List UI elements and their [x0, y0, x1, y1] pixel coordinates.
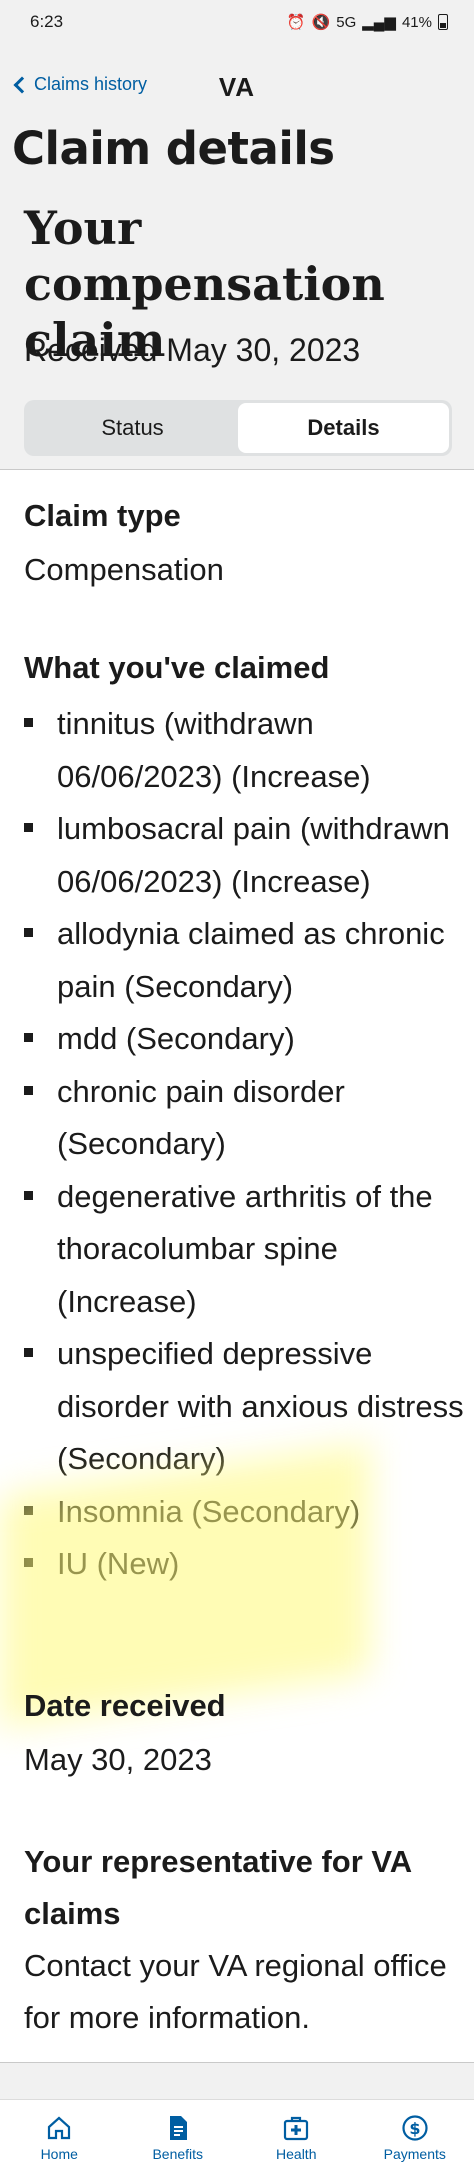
- svg-text:$: $: [409, 2119, 420, 2138]
- nav-home-label: Home: [40, 2145, 78, 2162]
- claimed-label: What you've claimed: [24, 650, 330, 685]
- claim-type-label: Claim type: [24, 498, 181, 533]
- nav-health-label: Health: [276, 2145, 317, 2162]
- list-item: degenerative arthritis of the thoracolum…: [24, 1171, 464, 1329]
- network-label: 5G: [336, 13, 357, 31]
- home-icon: [48, 2116, 71, 2139]
- segmented-control: Status Details: [24, 400, 452, 456]
- tab-status[interactable]: Status: [27, 403, 238, 453]
- mute-icon: 🔇: [311, 14, 331, 31]
- nav-payments-label: Payments: [383, 2145, 446, 2162]
- status-icons: ⏰ 🔇 5G ▂▄▆ 41%: [287, 13, 448, 31]
- date-received-label: Date received: [24, 1688, 226, 1723]
- representative-label: Your representative for VA claims: [24, 1844, 412, 1931]
- signal-icon: ▂▄▆: [362, 14, 396, 31]
- representative-text: Contact your VA regional office for more…: [24, 1948, 447, 2035]
- nav-benefits[interactable]: Benefits: [119, 2100, 238, 2175]
- list-item: Insomnia (Secondary): [24, 1486, 464, 1539]
- date-received-value: May 30, 2023: [24, 1742, 212, 1777]
- nav-benefits-label: Benefits: [152, 2145, 204, 2162]
- list-item: IU (New): [24, 1538, 464, 1591]
- list-item: tinnitus (withdrawn 06/06/2023) (Increas…: [24, 698, 464, 803]
- list-item: chronic pain disorder (Secondary): [24, 1066, 464, 1171]
- nav-title: VA: [218, 72, 256, 102]
- claim-type-value: Compensation: [24, 552, 224, 587]
- health-icon: [284, 2116, 309, 2140]
- tab-details[interactable]: Details: [238, 403, 449, 453]
- claimed-list: tinnitus (withdrawn 06/06/2023) (Increas…: [24, 698, 464, 1591]
- battery-icon: [438, 14, 448, 30]
- payments-icon: $: [402, 2114, 428, 2141]
- battery-percent: 41%: [401, 13, 432, 31]
- bottom-area: Home Benefits Health $ Payments: [0, 2062, 474, 2175]
- nav-bar: Claims history VA: [0, 70, 474, 110]
- list-item: allodynia claimed as chronic pain (Secon…: [24, 908, 464, 1013]
- nav-health[interactable]: Health: [237, 2100, 356, 2175]
- alarm-icon: ⏰: [286, 14, 306, 31]
- nav-payments[interactable]: $ Payments: [356, 2100, 474, 2175]
- nav-home[interactable]: Home: [0, 2100, 119, 2175]
- page-title: Claim details: [12, 122, 335, 175]
- received-date: Received May 30, 2023: [24, 332, 361, 368]
- list-item: mdd (Secondary): [24, 1013, 464, 1066]
- list-item: unspecified depressive disorder with anx…: [24, 1328, 464, 1486]
- status-time: 6:23: [30, 12, 64, 31]
- benefits-icon: [169, 2115, 187, 2140]
- bottom-tab-bar: Home Benefits Health $ Payments: [0, 2099, 474, 2175]
- list-item: lumbosacral pain (withdrawn 06/06/2023) …: [24, 803, 464, 908]
- status-bar: 6:23 ⏰ 🔇 5G ▂▄▆ 41%: [0, 0, 474, 46]
